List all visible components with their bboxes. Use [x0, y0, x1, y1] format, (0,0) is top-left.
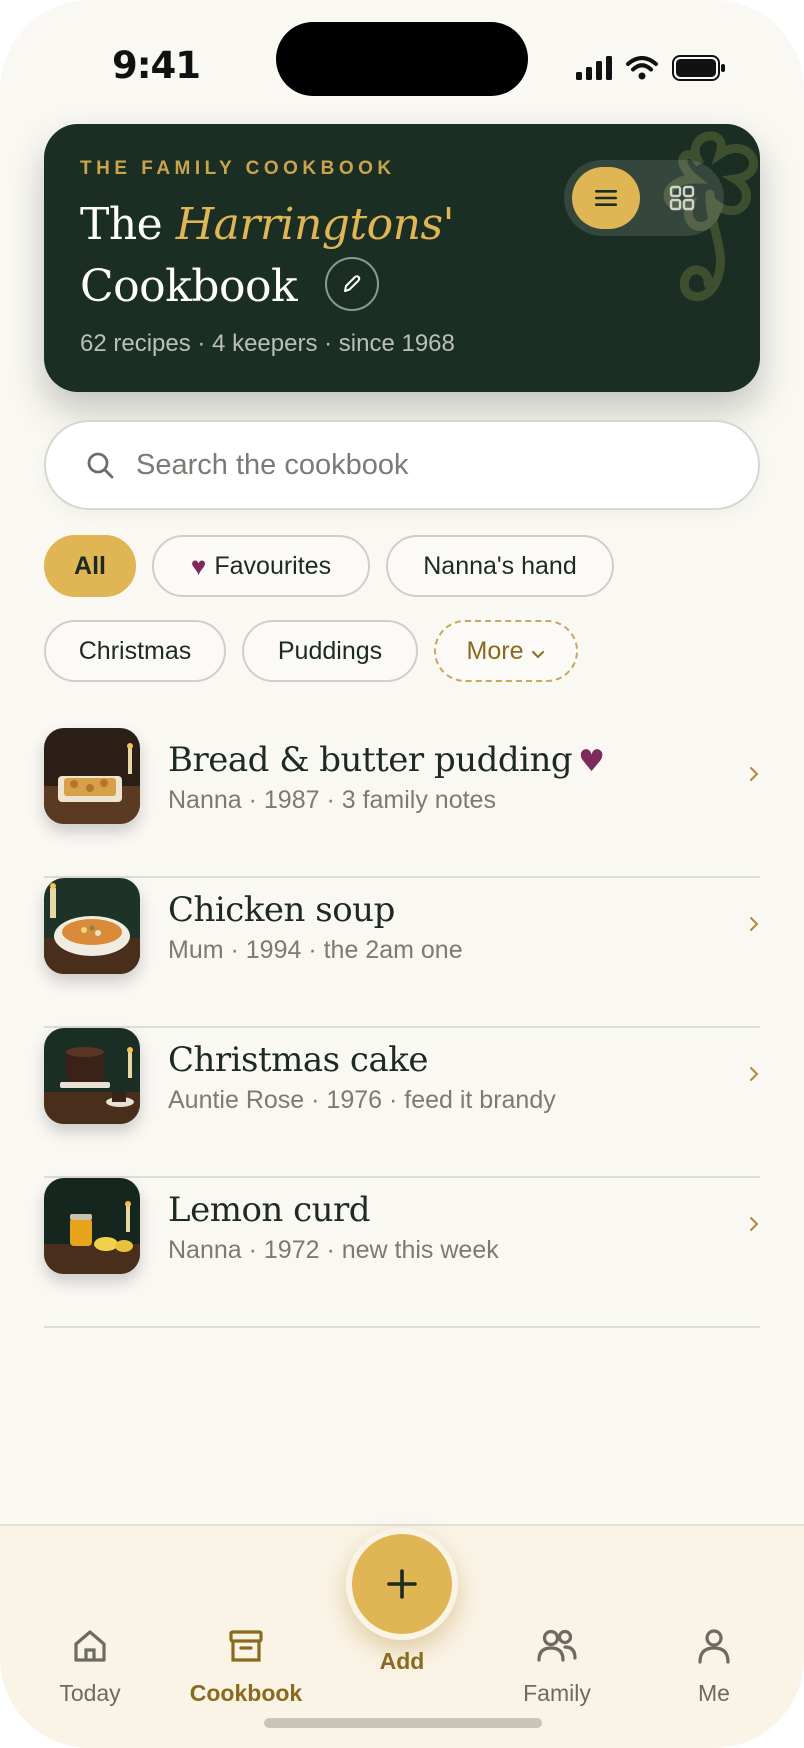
recipe-subtitle: Mum · 1994 · the 2am one: [168, 936, 463, 964]
recipe-thumbnail: [44, 1028, 140, 1124]
recipe-thumbnail: [44, 1178, 140, 1274]
add-label: Add: [379, 1648, 425, 1674]
recipe-subtitle: Nanna · 1972 · new this week: [168, 1236, 499, 1264]
hero-kicker: THE FAMILY COOKBOOK: [80, 158, 396, 179]
edit-title-button[interactable]: [324, 256, 379, 311]
filter-chip-christmas[interactable]: Christmas: [44, 620, 226, 682]
chevron-right-icon: [750, 917, 759, 931]
chevron-right-icon: [750, 1067, 759, 1081]
tab-label: Today: [59, 1680, 121, 1706]
chip-label: More: [466, 636, 524, 665]
cookbook-title: The Harringtons' Cookbook: [80, 194, 455, 318]
plus-icon: [387, 1569, 417, 1599]
tab-cookbook[interactable]: Cookbook: [186, 1626, 306, 1707]
tab-label: Family: [523, 1680, 591, 1706]
heart-icon: ♥: [190, 550, 207, 581]
tab-today[interactable]: Today: [30, 1626, 150, 1707]
filter-chip-puddings[interactable]: Puddings: [242, 620, 418, 682]
chevron-right-icon: [750, 1217, 759, 1231]
home-indicator: [264, 1718, 542, 1728]
chip-label: Nanna's hand: [423, 551, 577, 580]
chevron-down-icon: [532, 651, 545, 659]
search-icon: [87, 452, 114, 479]
tab-me[interactable]: Me: [654, 1626, 774, 1707]
search-input[interactable]: [136, 448, 696, 482]
chip-label: Christmas: [78, 636, 192, 665]
recipe-thumbnail: [44, 878, 140, 974]
filter-chip-more[interactable]: More: [434, 620, 578, 682]
recipe-row-lemon-curd[interactable]: Lemon curd Nanna · 1972 · new this week: [44, 1178, 760, 1328]
signal-icon: [576, 56, 612, 80]
view-toggle: [564, 160, 724, 236]
add-recipe-button[interactable]: [346, 1528, 458, 1640]
grid-icon: [669, 185, 695, 211]
status-icons: [576, 52, 726, 84]
recipe-title: Lemon curd: [168, 1190, 371, 1230]
title-line2: Cookbook: [80, 261, 298, 312]
tab-family[interactable]: Family: [497, 1626, 617, 1707]
recipe-title: Bread & butter pudding ♥: [168, 740, 605, 780]
cookbook-header-card: THE FAMILY COOKBOOK The Harringtons' Coo…: [44, 124, 760, 392]
pencil-icon: [343, 274, 360, 292]
title-prefix: The: [80, 199, 176, 250]
grid-view-button[interactable]: [648, 167, 716, 229]
recipe-title: Chicken soup: [168, 890, 395, 930]
archive-box-icon: [229, 1630, 263, 1662]
chip-label: Favourites: [214, 551, 332, 580]
recipe-subtitle: Nanna · 1987 · 3 family notes: [168, 786, 496, 814]
home-icon: [74, 1630, 106, 1662]
dynamic-island: [276, 22, 528, 96]
chip-label: Puddings: [277, 636, 383, 665]
list-icon: [595, 190, 617, 206]
list-view-button[interactable]: [572, 167, 640, 229]
chevron-right-icon: [750, 767, 759, 781]
chip-label: All: [74, 551, 106, 580]
tab-label: Me: [698, 1680, 730, 1706]
wifi-icon: [626, 56, 658, 80]
search-bar[interactable]: [44, 420, 760, 510]
title-family-name: Harringtons': [175, 199, 455, 250]
people-icon: [537, 1629, 577, 1662]
battery-icon: [672, 55, 725, 81]
recipe-thumbnail: [44, 728, 140, 824]
recipe-row-bread-butter-pudding[interactable]: Bread & butter pudding ♥ Nanna · 1987 · 3…: [44, 728, 760, 878]
recipe-title-text: Bread & butter pudding: [168, 740, 573, 780]
filter-chip-favourites[interactable]: ♥ Favourites: [152, 535, 370, 597]
filter-chip-all[interactable]: All: [44, 535, 136, 597]
status-time: 9:41: [112, 44, 201, 87]
heart-icon: ♥: [578, 744, 605, 779]
recipe-row-chicken-soup[interactable]: Chicken soup Mum · 1994 · the 2am one: [44, 878, 760, 1028]
phone-screen: 9:41 THE FAMILY COOKBOOK The Harringtons…: [0, 0, 804, 1748]
cookbook-stats: 62 recipes · 4 keepers · since 1968: [80, 330, 455, 357]
recipe-row-christmas-cake[interactable]: Christmas cake Auntie Rose · 1976 · feed…: [44, 1028, 760, 1178]
tab-label: Cookbook: [189, 1680, 303, 1706]
recipe-subtitle: Auntie Rose · 1976 · feed it brandy: [168, 1086, 556, 1114]
recipe-title: Christmas cake: [168, 1040, 428, 1080]
user-icon: [698, 1629, 730, 1664]
filter-chip-nannas-hand[interactable]: Nanna's hand: [386, 535, 614, 597]
